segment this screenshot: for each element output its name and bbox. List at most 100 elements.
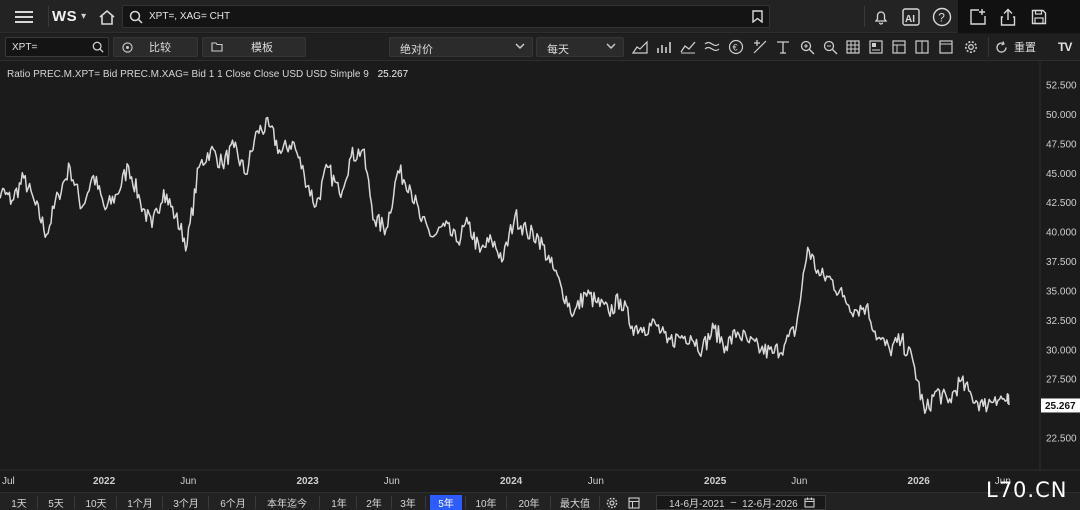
- range-1y-button[interactable]: 1年: [325, 495, 353, 510]
- legend-value: 25.267: [377, 69, 409, 80]
- search-icon: [92, 41, 104, 53]
- app-logo: WS: [52, 8, 78, 25]
- share-icon: [1000, 8, 1016, 26]
- interval-select[interactable]: 每天: [536, 37, 624, 57]
- ai-icon: AI: [902, 7, 920, 26]
- compare-label: 比较: [149, 42, 171, 54]
- indicators-button[interactable]: [654, 37, 674, 57]
- zoom-out-icon: [823, 40, 837, 54]
- line-chart-icon: [680, 41, 696, 54]
- chart-toolbar: 比较 模板 绝对价 每天 €: [0, 34, 1080, 61]
- grid-icon: [846, 40, 860, 54]
- watermark: L70.CN: [986, 478, 1068, 502]
- range-max-button[interactable]: 最大值: [554, 495, 596, 510]
- chevron-down-icon: [606, 43, 616, 49]
- chart-legend: Ratio PREC.M.XPT= Bid PREC.M.XAG= Bid 1 …: [7, 69, 408, 80]
- home-button[interactable]: [94, 0, 120, 33]
- template-label: 模板: [251, 42, 273, 54]
- range-3y-button[interactable]: 3年: [394, 495, 422, 510]
- x-tick-label: 2025: [704, 476, 727, 487]
- range-6m-button[interactable]: 6个月: [214, 495, 252, 510]
- divider: [37, 496, 38, 509]
- range-5y-button[interactable]: 5年: [430, 495, 462, 510]
- divider: [506, 496, 507, 509]
- search-box[interactable]: [122, 5, 770, 28]
- new-window-icon: [970, 8, 986, 25]
- menu-icon: [15, 10, 33, 23]
- new-window-button[interactable]: [963, 0, 993, 33]
- notifications-button[interactable]: [866, 0, 896, 33]
- range-10y-button[interactable]: 10年: [469, 495, 503, 510]
- bookmark-icon[interactable]: [752, 10, 763, 23]
- y-tick-label: 45.000: [1046, 169, 1077, 180]
- text-tool-button[interactable]: [773, 37, 793, 57]
- y-tick-label: 50.000: [1046, 110, 1077, 121]
- currency-icon: €: [728, 39, 744, 55]
- chart-type-button[interactable]: [630, 37, 650, 57]
- help-icon: ?: [932, 7, 952, 26]
- workspace-switcher[interactable]: WS ▾: [52, 0, 86, 33]
- divider: [599, 496, 600, 509]
- ai-button[interactable]: AI: [896, 0, 926, 33]
- wave-button[interactable]: [702, 37, 722, 57]
- help-button[interactable]: ?: [927, 0, 957, 33]
- date-range-picker[interactable]: 14-6月-2021 – 12-6月-2026: [656, 495, 826, 510]
- y-tick-label: 37.500: [1046, 257, 1077, 268]
- layout-button[interactable]: [866, 37, 886, 57]
- zoom-button[interactable]: [797, 37, 817, 57]
- bell-icon: [874, 10, 888, 25]
- svg-text:€: €: [733, 43, 738, 53]
- compare-button[interactable]: 比较: [113, 37, 198, 57]
- x-tick-label: Jun: [180, 476, 196, 487]
- range-1m-button[interactable]: 1个月: [121, 495, 159, 510]
- range-settings-button[interactable]: [603, 495, 621, 510]
- divider: [465, 496, 466, 509]
- price-chart[interactable]: 52.500 50.000 47.500 45.000 42.500 40.000 37.5…: [0, 62, 1080, 492]
- reset-button[interactable]: 重置: [988, 37, 1050, 57]
- range-20y-button[interactable]: 20年: [511, 495, 547, 510]
- wave-icon: [704, 41, 720, 52]
- x-tick-label: Jun: [384, 476, 400, 487]
- range-2y-button[interactable]: 2年: [360, 495, 388, 510]
- svg-text:?: ?: [938, 10, 945, 24]
- x-tick-label: 2022: [93, 476, 116, 487]
- range-1d-button[interactable]: 1天: [4, 495, 34, 510]
- range-3m-button[interactable]: 3个月: [167, 495, 205, 510]
- range-table-button[interactable]: [625, 495, 643, 510]
- price-mode-select[interactable]: 绝对价: [389, 37, 533, 57]
- chevron-down-icon: [515, 43, 525, 49]
- save-button[interactable]: [1024, 0, 1054, 33]
- window-icon: [939, 40, 953, 54]
- menu-button[interactable]: [0, 0, 48, 33]
- symbol-box[interactable]: [5, 37, 109, 57]
- divider: [391, 496, 392, 509]
- range-ytd-button[interactable]: 本年迄今: [258, 495, 316, 510]
- range-10d-button[interactable]: 10天: [79, 495, 113, 510]
- settings-button[interactable]: [961, 37, 981, 57]
- y-tick-label: 32.500: [1046, 316, 1077, 327]
- symbol-input[interactable]: [12, 40, 92, 54]
- mountain-chart-icon: [632, 40, 648, 54]
- currency-button[interactable]: €: [726, 37, 746, 57]
- chart-area[interactable]: 52.500 50.000 47.500 45.000 42.500 40.000 37.5…: [0, 62, 1080, 492]
- bar-chart-icon: [657, 42, 671, 53]
- layout-icon: [869, 40, 883, 54]
- divider: [425, 496, 426, 509]
- x-tick-label: Jun: [588, 476, 604, 487]
- home-icon: [99, 9, 115, 25]
- window-button[interactable]: [936, 37, 956, 57]
- grid-button[interactable]: [843, 37, 863, 57]
- share-button[interactable]: [993, 0, 1023, 33]
- table-button[interactable]: [889, 37, 909, 57]
- zoom-out-button[interactable]: [820, 37, 840, 57]
- last-value-label: 25.267: [1045, 401, 1076, 412]
- panel-button[interactable]: [912, 37, 932, 57]
- drawing-tools-icon: [753, 40, 767, 54]
- divider: [255, 496, 256, 509]
- drawing-button[interactable]: [750, 37, 770, 57]
- search-input[interactable]: [149, 8, 739, 25]
- studies-button[interactable]: [678, 37, 698, 57]
- reset-label: 重置: [1014, 42, 1036, 54]
- template-button[interactable]: 模板: [202, 37, 306, 57]
- range-5d-button[interactable]: 5天: [41, 495, 71, 510]
